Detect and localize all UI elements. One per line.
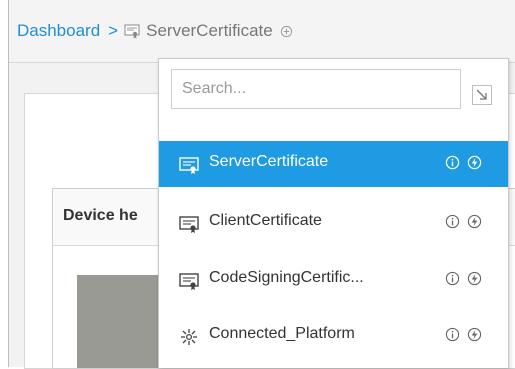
lightning-icon[interactable] — [467, 327, 482, 342]
thing-type-dropdown: ServerCertificate ClientCertificate — [158, 58, 509, 368]
breadcrumb-current[interactable]: ServerCertificate — [146, 21, 273, 41]
certificate-icon — [179, 273, 199, 290]
dropdown-item-connected-platform[interactable]: Connected_Platform — [159, 313, 508, 359]
dropdown-item-servercertificate[interactable]: ServerCertificate — [159, 141, 508, 187]
certificate-icon — [179, 157, 199, 174]
certificate-icon — [179, 216, 199, 233]
dropdown-item-clientcertificate[interactable]: ClientCertificate — [159, 200, 508, 246]
expand-button[interactable] — [472, 85, 492, 105]
search-input[interactable] — [172, 70, 460, 108]
dropdown-item-label: ServerCertificate — [209, 153, 329, 170]
breadcrumb: Dashboard > ServerCertificate — [17, 18, 293, 44]
certificate-icon — [124, 24, 140, 39]
dropdown-item-label: Connected_Platform — [209, 325, 355, 342]
info-icon[interactable] — [445, 271, 460, 286]
lightning-icon[interactable] — [467, 214, 482, 229]
breadcrumb-dashboard-link[interactable]: Dashboard — [17, 21, 100, 41]
panel-title: Device he — [63, 207, 138, 224]
breadcrumb-separator: > — [108, 21, 119, 40]
search-box — [171, 69, 461, 109]
lightning-icon[interactable] — [467, 271, 482, 286]
info-icon[interactable] — [445, 214, 460, 229]
plus-circle-icon[interactable] — [280, 25, 293, 38]
info-icon[interactable] — [445, 155, 460, 170]
info-icon[interactable] — [445, 327, 460, 342]
platform-icon — [181, 329, 197, 345]
expand-arrow-icon — [476, 89, 487, 100]
lightning-icon[interactable] — [467, 155, 482, 170]
dropdown-item-label: CodeSigningCertific... — [209, 269, 364, 286]
dropdown-item-codesigningcertificate[interactable]: CodeSigningCertific... — [159, 257, 508, 303]
dropdown-item-label: ClientCertificate — [209, 212, 322, 229]
